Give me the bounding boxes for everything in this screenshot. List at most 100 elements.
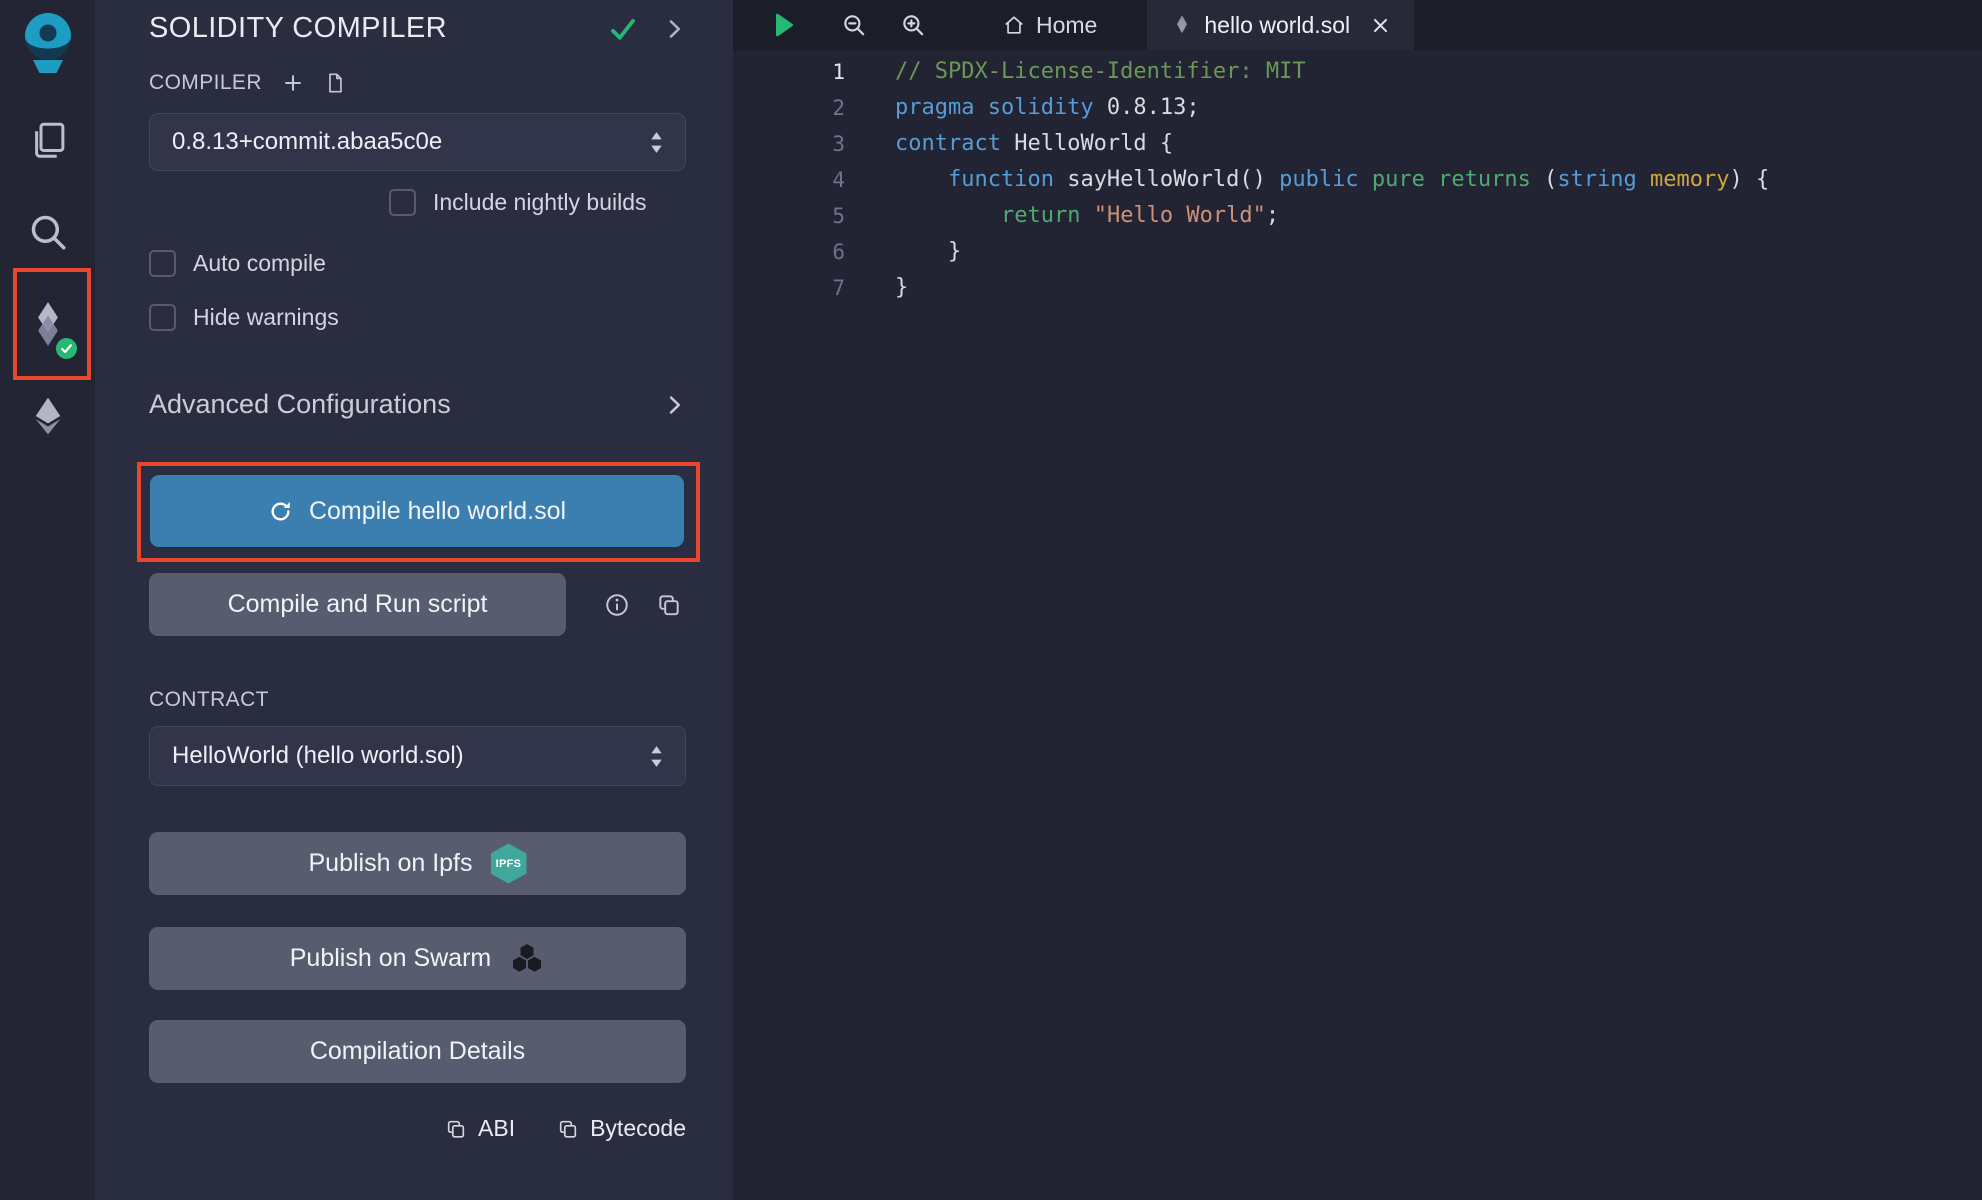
code-line[interactable]: function sayHelloWorld() public pure ret… <box>895 162 1769 198</box>
code-line[interactable]: } <box>895 270 1769 306</box>
panel-header: SOLIDITY COMPILER <box>149 12 686 45</box>
tab-label: Home <box>1036 12 1097 39</box>
compilation-details-button[interactable]: Compilation Details <box>149 1020 686 1083</box>
code-token: // SPDX-License-Identifier: MIT <box>895 59 1306 84</box>
compiler-label: COMPILER <box>149 71 262 95</box>
advanced-configurations-toggle[interactable]: Advanced Configurations <box>149 389 686 420</box>
bytecode-label: Bytecode <box>590 1115 686 1142</box>
file-explorer-icon[interactable] <box>0 104 95 176</box>
line-number: 7 <box>733 270 845 306</box>
checkbox-label: Include nightly builds <box>433 189 647 216</box>
code-token: ( <box>1531 167 1558 192</box>
code-line[interactable]: // SPDX-License-Identifier: MIT <box>895 54 1769 90</box>
code-token <box>1425 167 1438 192</box>
code-token: memory <box>1650 167 1729 192</box>
line-number: 1 <box>733 54 845 90</box>
compile-and-run-button[interactable]: Compile and Run script <box>149 573 566 636</box>
code-token: returns <box>1438 167 1531 192</box>
tab-hello-world-sol[interactable]: hello world.sol <box>1147 0 1414 50</box>
line-number: 6 <box>733 234 845 270</box>
code-token <box>895 203 1001 228</box>
tab-bar: Home hello world.sol <box>733 0 1982 50</box>
code-line[interactable]: pragma solidity 0.8.13; <box>895 90 1769 126</box>
search-icon[interactable] <box>0 196 95 268</box>
compiler-config-file-icon[interactable] <box>324 72 346 94</box>
tab-home[interactable]: Home <box>979 0 1121 50</box>
close-tab-icon[interactable] <box>1371 16 1390 35</box>
code-token: function <box>948 167 1054 192</box>
abi-bytecode-row: ABI Bytecode <box>149 1115 686 1142</box>
code-token <box>895 167 948 192</box>
checkbox-label: Auto compile <box>193 250 326 277</box>
compile-and-run-row: Compile and Run script <box>149 573 686 636</box>
collapse-panel-chevron-icon[interactable] <box>662 17 686 41</box>
icon-bar <box>0 0 95 1200</box>
contract-select[interactable]: HelloWorld (hello world.sol) <box>149 726 686 786</box>
code-token: return <box>1001 203 1080 228</box>
code-token: ) { <box>1730 167 1770 192</box>
zoom-out-icon[interactable] <box>834 0 874 50</box>
line-number: 5 <box>733 198 845 234</box>
ipfs-icon: IPFS <box>491 844 527 884</box>
code-token: contract <box>895 131 1001 156</box>
hide-warnings-checkbox[interactable]: Hide warnings <box>149 304 686 331</box>
remix-ide: SOLIDITY COMPILER COMPILER 0.8.13+commit… <box>0 0 1982 1200</box>
publish-ipfs-button[interactable]: Publish on Ipfs IPFS <box>149 832 686 895</box>
info-icon[interactable] <box>604 592 630 618</box>
swarm-icon <box>509 941 545 977</box>
solidity-compiler-icon[interactable] <box>0 288 95 360</box>
zoom-in-icon[interactable] <box>893 0 933 50</box>
code-token: sayHelloWorld() <box>1054 167 1279 192</box>
checkbox-box[interactable] <box>149 304 176 331</box>
publish-swarm-button[interactable]: Publish on Swarm <box>149 927 686 990</box>
checkbox-box[interactable] <box>389 189 416 216</box>
compiler-section-header: COMPILER <box>149 71 686 95</box>
code-token: } <box>895 275 908 300</box>
advanced-configurations-label: Advanced Configurations <box>149 389 451 420</box>
add-custom-compiler-icon[interactable] <box>282 72 304 94</box>
code-lines: // SPDX-License-Identifier: MIT pragma so… <box>895 54 1769 1200</box>
annotation-highlight-compile-button: Compile hello world.sol <box>137 462 700 562</box>
copy-run-script-icon[interactable] <box>656 592 682 618</box>
panel-title: SOLIDITY COMPILER <box>149 12 608 45</box>
code-line[interactable]: return "Hello World"; <box>895 198 1769 234</box>
copy-bytecode-button[interactable]: Bytecode <box>557 1115 686 1142</box>
compile-success-check-icon <box>608 14 638 44</box>
solidity-compiler-panel: SOLIDITY COMPILER COMPILER 0.8.13+commit… <box>95 0 733 1200</box>
code-token: pragma solidity <box>895 95 1094 120</box>
abi-label: ABI <box>478 1115 515 1142</box>
code-editor[interactable]: 1234567 // SPDX-License-Identifier: MIT p… <box>733 50 1982 1200</box>
contract-label: CONTRACT <box>149 688 686 712</box>
auto-compile-checkbox[interactable]: Auto compile <box>149 250 686 277</box>
code-line[interactable]: } <box>895 234 1769 270</box>
code-token <box>1637 167 1650 192</box>
checkbox-box[interactable] <box>149 250 176 277</box>
chevron-right-icon <box>662 393 686 417</box>
compiler-success-badge-icon <box>53 335 80 362</box>
copy-abi-button[interactable]: ABI <box>445 1115 515 1142</box>
select-caret-icon <box>648 129 665 156</box>
include-nightly-builds-checkbox[interactable]: Include nightly builds <box>389 189 686 216</box>
code-token: pure <box>1372 167 1425 192</box>
code-line[interactable]: contract HelloWorld { <box>895 126 1769 162</box>
line-numbers: 1234567 <box>733 54 845 1200</box>
refresh-icon <box>268 499 293 524</box>
deploy-run-icon[interactable] <box>0 380 95 452</box>
copy-icon <box>445 1118 467 1140</box>
line-number: 4 <box>733 162 845 198</box>
home-icon <box>1003 14 1025 36</box>
compile-button[interactable]: Compile hello world.sol <box>150 475 684 547</box>
code-token: ; <box>1266 203 1279 228</box>
publish-ipfs-label: Publish on Ipfs <box>309 849 473 878</box>
code-token <box>1080 203 1093 228</box>
run-script-icon[interactable] <box>763 0 803 50</box>
code-token: } <box>895 239 961 264</box>
compile-button-label: Compile hello world.sol <box>309 497 566 526</box>
compiler-version-select[interactable]: 0.8.13+commit.abaa5c0e <box>149 113 686 171</box>
remix-logo[interactable] <box>16 10 80 76</box>
copy-icon <box>557 1118 579 1140</box>
code-token: public <box>1279 167 1358 192</box>
code-token: string <box>1557 167 1636 192</box>
select-caret-icon <box>648 743 665 770</box>
contract-select-value: HelloWorld (hello world.sol) <box>172 742 464 770</box>
